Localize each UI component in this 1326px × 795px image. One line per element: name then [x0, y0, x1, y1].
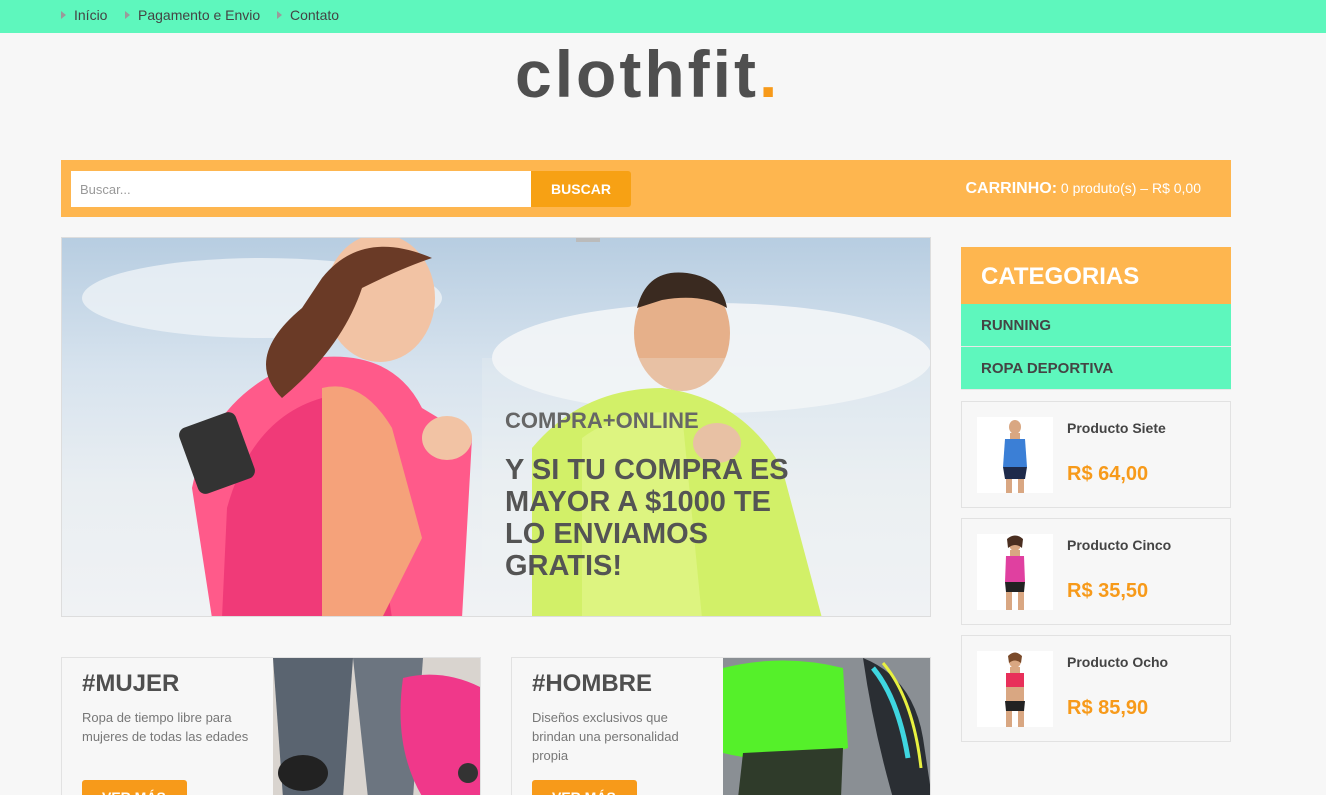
- hero-subtitle: COMPRA+ONLINE: [505, 408, 699, 433]
- site-logo[interactable]: clothfit.: [515, 38, 780, 110]
- nav-link-pagamento[interactable]: Pagamento e Envio: [125, 7, 260, 23]
- product-card[interactable]: Producto Ocho R$ 85,90: [961, 635, 1231, 742]
- product-name[interactable]: Producto Ocho: [1067, 654, 1168, 670]
- logo-text: clothfit: [515, 37, 759, 111]
- promo-title: #MUJER: [82, 670, 180, 697]
- promo-card-mujer: #MUJER Ropa de tiempo libre para mujeres…: [61, 657, 481, 795]
- product-price: R$ 85,90: [1067, 697, 1149, 719]
- product-name[interactable]: Producto Cinco: [1067, 537, 1171, 553]
- category-ropa-deportiva[interactable]: ROPA DEPORTIVA: [961, 347, 1231, 390]
- search-button[interactable]: BUSCAR: [531, 171, 631, 207]
- caret-right-icon: [125, 11, 130, 19]
- promo-button[interactable]: VER MÁS: [532, 780, 637, 795]
- nav-link-contato[interactable]: Contato: [277, 7, 339, 23]
- nav-link-label: Contato: [290, 7, 340, 23]
- cart-summary[interactable]: CARRINHO: 0 produto(s) – R$ 0,00: [965, 180, 1201, 198]
- categories-heading: CATEGORIAS: [961, 247, 1231, 304]
- promo-image: [273, 658, 480, 795]
- promo-card-hombre: #HOMBRE Diseños exclusivos que brindan u…: [511, 657, 931, 795]
- cart-label: CARRINHO:: [965, 180, 1058, 197]
- search-input[interactable]: [71, 171, 531, 207]
- nav-link-inicio[interactable]: Início: [61, 7, 107, 23]
- product-card[interactable]: Producto Siete R$ 64,00: [961, 401, 1231, 508]
- nav-link-label: Início: [74, 7, 108, 23]
- product-thumbnail[interactable]: [977, 417, 1053, 493]
- caret-right-icon: [277, 11, 282, 19]
- hero-banner[interactable]: COMPRA+ONLINE Y SI TU COMPRA ES MAYOR A …: [61, 237, 931, 617]
- slider-indicator[interactable]: [576, 238, 600, 242]
- hero-title: Y SI TU COMPRA ES MAYOR A $1000 TE LO EN…: [505, 454, 789, 582]
- product-photo-icon: [1003, 420, 1027, 493]
- top-nav-bar: Início Pagamento e Envio Contato: [0, 0, 1326, 33]
- logo-dot: .: [758, 37, 781, 111]
- promo-description: Ropa de tiempo libre para mujeres de tod…: [82, 710, 249, 744]
- promo-button[interactable]: VER MÁS: [82, 780, 187, 795]
- product-thumbnail[interactable]: [977, 651, 1053, 727]
- product-photo-icon: [1005, 535, 1025, 610]
- search-bar: BUSCAR CARRINHO: 0 produto(s) – R$ 0,00: [61, 160, 1231, 217]
- clothing-photo-icon: [723, 658, 930, 795]
- cart-status: 0 produto(s) – R$ 0,00: [1060, 180, 1201, 196]
- promo-title: #HOMBRE: [532, 670, 653, 697]
- product-price: R$ 64,00: [1067, 463, 1149, 485]
- category-running[interactable]: RUNNING: [961, 304, 1231, 347]
- clothing-photo-icon: [273, 658, 480, 795]
- category-sidebar: CATEGORIAS RUNNING ROPA DEPORTIVA: [961, 247, 1231, 390]
- product-thumbnail[interactable]: [977, 534, 1053, 610]
- promo-description: Diseños exclusivos que brindan una perso…: [532, 710, 679, 763]
- caret-right-icon: [61, 11, 66, 19]
- product-name[interactable]: Producto Siete: [1067, 420, 1166, 436]
- nav-link-label: Pagamento e Envio: [138, 7, 261, 23]
- product-card[interactable]: Producto Cinco R$ 35,50: [961, 518, 1231, 625]
- promo-image: [723, 658, 930, 795]
- product-photo-icon: [1005, 652, 1025, 727]
- product-price: R$ 35,50: [1067, 580, 1149, 602]
